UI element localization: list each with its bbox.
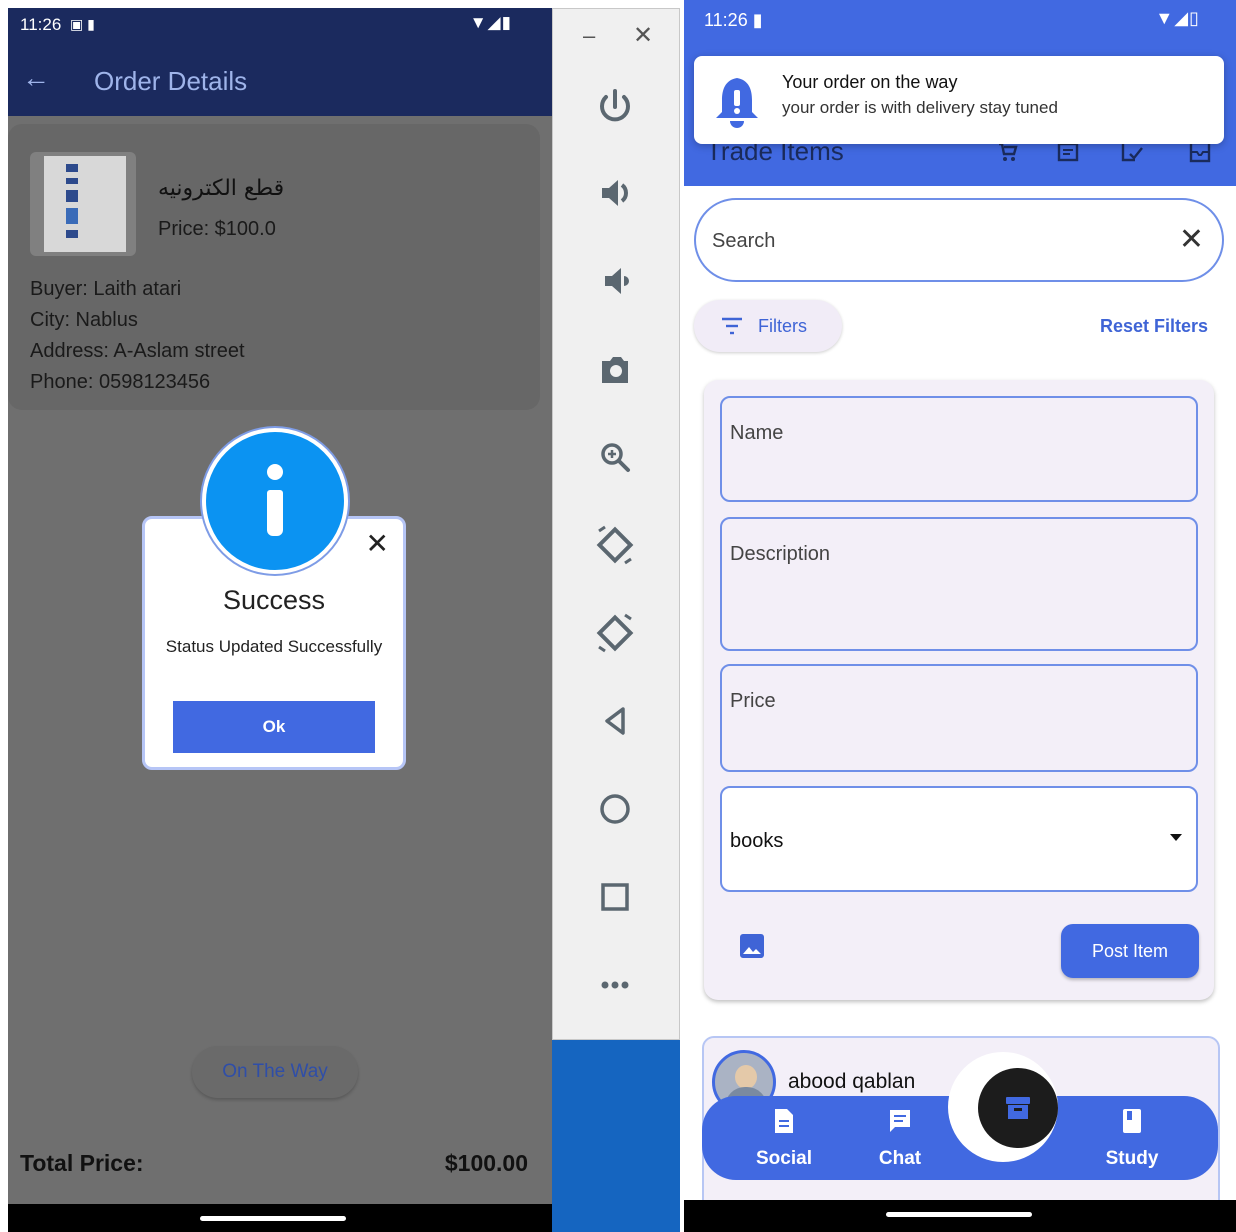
back-arrow-icon[interactable]: ←: [22, 62, 50, 94]
trade-items-screen: 11:26 ▮ ▼◢▯ Trade Items Your order on th…: [684, 0, 1236, 1232]
item-name: قطع الكترونيه: [158, 176, 285, 201]
volume-down-icon[interactable]: [585, 251, 645, 311]
info-icon: [202, 428, 348, 574]
trade-fab-button[interactable]: [978, 1068, 1058, 1148]
dialog-close-icon[interactable]: ✕: [366, 527, 389, 560]
search-placeholder: Search: [712, 230, 776, 252]
dialog-title: Success: [222, 585, 326, 615]
power-icon[interactable]: [585, 75, 645, 135]
order-notification[interactable]: Your order on the way your order is with…: [694, 56, 1224, 144]
archive-icon: [1006, 1097, 1030, 1119]
reset-filters-link[interactable]: Reset Filters: [1100, 316, 1208, 337]
post-item-button[interactable]: Post Item: [1061, 924, 1199, 978]
chat-icon: [890, 1110, 910, 1132]
category-select[interactable]: books: [720, 786, 1198, 892]
description-placeholder: Description: [730, 543, 831, 565]
document-icon: [775, 1109, 793, 1133]
overview-icon[interactable]: [585, 867, 645, 927]
status-signal-battery-icon: ▼◢▯: [1155, 8, 1200, 28]
nav-social[interactable]: Social: [734, 1096, 834, 1180]
city-text: City: Nablus: [30, 309, 138, 331]
category-value: books: [730, 830, 784, 852]
home-handle[interactable]: [200, 1216, 346, 1221]
post-item-form: Name Description Price books Post Item: [704, 380, 1214, 1000]
home-handle[interactable]: [886, 1212, 1032, 1217]
camera-icon[interactable]: [585, 339, 645, 399]
dialog-message: Status Updated Successfully: [165, 637, 383, 656]
more-icon[interactable]: [585, 955, 645, 1015]
bell-icon: [716, 78, 758, 128]
total-price-value: $100.00: [444, 1150, 528, 1176]
post-author: abood qablan: [788, 1070, 916, 1093]
price-field[interactable]: Price: [720, 664, 1198, 772]
minimize-icon[interactable]: –: [583, 23, 595, 49]
chevron-down-icon: [1170, 834, 1182, 841]
filters-button[interactable]: Filters: [694, 300, 842, 352]
filter-icon: [722, 317, 742, 335]
desktop-background: [552, 1040, 680, 1232]
filters-label: Filters: [758, 316, 807, 336]
buyer-text: Buyer: Laith atari: [30, 278, 182, 300]
rotate-right-icon[interactable]: [585, 603, 645, 663]
back-icon[interactable]: [585, 691, 645, 751]
nav-chat[interactable]: Chat: [850, 1096, 950, 1180]
status-notification-icons: ▣ ▮: [70, 16, 95, 32]
home-icon[interactable]: [585, 779, 645, 839]
page-title: Order Details: [94, 66, 248, 96]
address-text: Address: A-Aslam street: [30, 340, 245, 362]
status-bar: 11:26 ▣ ▮ ▼◢▮: [8, 8, 552, 44]
price-placeholder: Price: [730, 690, 776, 712]
image-icon[interactable]: [738, 932, 766, 960]
order-card: قطع الكترونيه Price: $100.0 Buyer: Laith…: [8, 124, 540, 410]
name-field[interactable]: Name: [720, 396, 1198, 502]
status-time: 11:26: [20, 15, 62, 34]
ok-button[interactable]: Ok: [173, 701, 375, 753]
close-icon[interactable]: ✕: [633, 21, 653, 50]
app-bar: ← Order Details: [8, 44, 552, 116]
notification-body: your order is with delivery stay tuned: [782, 98, 1058, 117]
order-details-screen: 11:26 ▣ ▮ ▼◢▮ ← Order Details قطع الكترو…: [8, 8, 552, 1232]
status-time: 11:26 ▮: [704, 10, 763, 30]
system-nav-bar: [684, 1200, 1236, 1232]
volume-up-icon[interactable]: [585, 163, 645, 223]
nav-chat-label: Chat: [878, 1148, 922, 1169]
nav-study[interactable]: Study: [1082, 1096, 1182, 1180]
total-price-label: Total Price:: [20, 1150, 144, 1176]
phone-text: Phone: 0598123456: [30, 371, 211, 393]
zoom-icon[interactable]: [585, 427, 645, 487]
clear-search-icon[interactable]: ✕: [1179, 222, 1204, 257]
nav-social-label: Social: [756, 1148, 812, 1169]
notification-title: Your order on the way: [782, 72, 958, 92]
emulator-toolbar: – ✕: [552, 8, 680, 1040]
system-nav-bar: [8, 1204, 552, 1232]
book-icon: [1123, 1109, 1141, 1133]
item-image: [30, 152, 136, 256]
description-field[interactable]: Description: [720, 517, 1198, 651]
name-placeholder: Name: [730, 422, 784, 444]
item-price: Price: $100.0: [158, 218, 276, 240]
search-input[interactable]: Search ✕: [694, 198, 1224, 282]
nav-study-label: Study: [1105, 1148, 1159, 1169]
status-signal-battery-icon: ▼◢▮: [469, 13, 512, 32]
rotate-left-icon[interactable]: [585, 515, 645, 575]
on-the-way-button[interactable]: On The Way: [192, 1046, 358, 1098]
